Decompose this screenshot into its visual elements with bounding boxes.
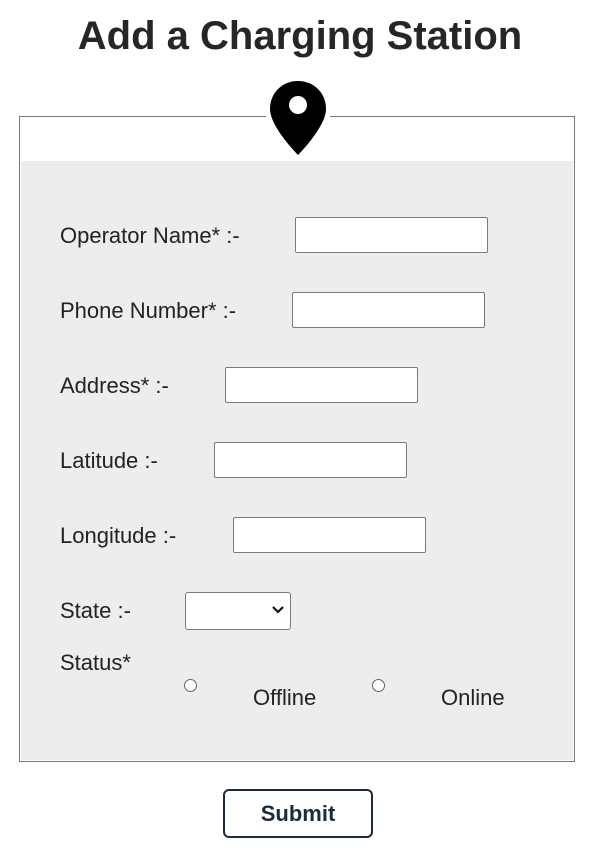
address-label: Address* :- [60, 373, 169, 398]
state-select[interactable] [185, 592, 291, 630]
state-label: State :- [60, 598, 131, 623]
status-online-label: Online [441, 685, 505, 710]
operator-name-input[interactable] [295, 217, 488, 253]
latitude-input[interactable] [214, 442, 407, 478]
page-title: Add a Charging Station [77, 14, 523, 58]
operator-name-label: Operator Name* :- [60, 223, 240, 248]
submit-button[interactable]: Submit [223, 789, 373, 838]
address-input[interactable] [225, 367, 418, 403]
phone-number-input[interactable] [292, 292, 485, 328]
longitude-input[interactable] [233, 517, 426, 553]
status-offline-label: Offline [253, 685, 317, 710]
map-pin-icon [270, 81, 326, 155]
latitude-label: Latitude :- [60, 448, 158, 473]
status-offline-radio[interactable] [184, 679, 197, 692]
station-form: Operator Name* :- Phone Number* :- Addre… [19, 79, 575, 762]
chevron-down-icon [272, 606, 284, 614]
phone-number-label: Phone Number* :- [60, 298, 237, 323]
legend [266, 79, 330, 159]
status-label: Status* [60, 650, 131, 675]
status-online-radio[interactable] [372, 679, 385, 692]
longitude-label: Longitude :- [60, 523, 177, 548]
form-panel: Operator Name* :- Phone Number* :- Addre… [21, 161, 573, 760]
